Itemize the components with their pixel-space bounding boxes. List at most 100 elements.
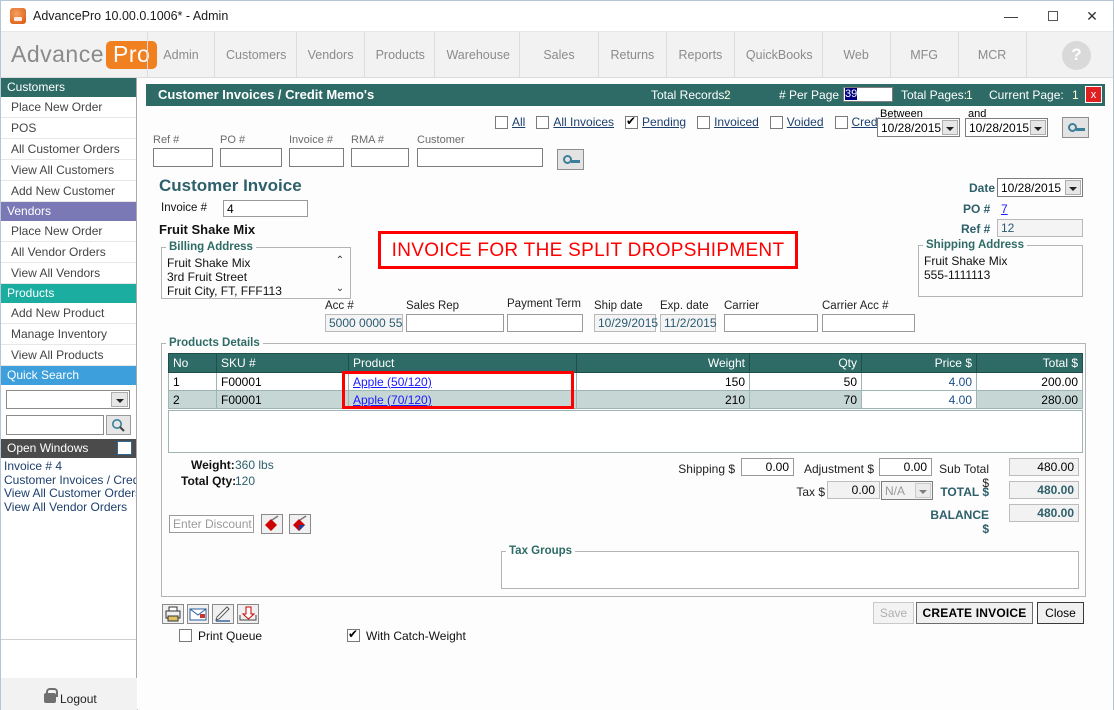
meta-input-ship-date[interactable]: 10/29/2015 (594, 314, 656, 332)
sidebar-item-manage-inventory[interactable]: Manage Inventory (1, 324, 136, 345)
panel-close-button[interactable]: x (1085, 86, 1102, 103)
search-input-po[interactable] (220, 148, 282, 167)
per-page-input[interactable]: 39 (843, 87, 893, 102)
close-window-button[interactable]: ✕ (1071, 1, 1113, 31)
checkbox-invoiced[interactable] (697, 116, 710, 129)
nav-returns[interactable]: Returns (599, 32, 667, 78)
meta-input-acc[interactable]: 5000 0000 555 (325, 314, 403, 332)
table-row[interactable]: 1 F00001 Apple (50/120) 150 50 4.00 200.… (169, 373, 1083, 391)
open-window-item-customer-invoices[interactable]: Customer Invoices / Credit I (4, 474, 136, 488)
product-link[interactable]: Apple (50/120) (353, 375, 432, 389)
nav-products[interactable]: Products (365, 32, 436, 78)
adjustment-input[interactable]: 0.00 (879, 458, 932, 476)
create-invoice-button[interactable]: CREATE INVOICE (916, 602, 1033, 624)
nav-mcr[interactable]: MCR (959, 32, 1027, 78)
sidebar-item-pos[interactable]: POS (1, 118, 136, 139)
sidebar-item-view-all-vendors[interactable]: View All Vendors (1, 263, 136, 284)
meta-input-payment-term[interactable] (507, 314, 583, 332)
search-input-customer[interactable] (417, 148, 543, 167)
checkbox-catch-weight[interactable] (347, 629, 360, 642)
date-from-picker[interactable]: 10/28/2015 (877, 118, 960, 137)
nav-warehouse[interactable]: Warehouse (435, 32, 520, 78)
cell-price[interactable]: 4.00 (862, 373, 977, 391)
sidebar-section-customers: Customers (1, 78, 136, 97)
nav-reports[interactable]: Reports (667, 32, 735, 78)
tax-group-select[interactable]: N/A (881, 481, 933, 500)
invoice-number-input[interactable]: 4 (223, 200, 308, 217)
checkbox-credit-memo[interactable] (835, 116, 848, 129)
checkbox-pending[interactable] (625, 116, 638, 129)
edit-button[interactable] (212, 604, 234, 624)
ref-input[interactable]: 12 (997, 219, 1083, 237)
product-link[interactable]: Apple (70/120) (353, 393, 432, 407)
invoice-date-picker[interactable]: 10/28/2015 (997, 178, 1083, 197)
search-input-rma[interactable] (351, 148, 409, 167)
tax-input[interactable]: 0.00 (827, 481, 880, 499)
help-icon[interactable]: ? (1062, 41, 1091, 70)
quick-search-button[interactable] (106, 415, 131, 435)
nav-web[interactable]: Web (823, 32, 891, 78)
checkbox-print-queue[interactable] (179, 629, 192, 642)
filter-label-invoiced[interactable]: Invoiced (714, 115, 759, 129)
search-input-invoice[interactable] (289, 148, 344, 167)
current-page-label: Current Page: (989, 88, 1064, 102)
search-input-ref[interactable] (153, 148, 213, 167)
cell-product[interactable]: Apple (50/120) (349, 373, 577, 391)
table-row[interactable]: 2 F00001 Apple (70/120) 210 70 4.00 280.… (169, 391, 1083, 409)
nav-mfg[interactable]: MFG (891, 32, 959, 78)
maximize-button[interactable] (1032, 1, 1074, 31)
shipping-address-line-2: 555-1111113 (924, 268, 1082, 282)
export-button[interactable] (237, 604, 259, 624)
remove-discount-button[interactable] (289, 514, 311, 534)
sidebar-item-view-all-products[interactable]: View All Products (1, 345, 136, 366)
nav-quickbooks[interactable]: QuickBooks (735, 32, 823, 78)
logout-button[interactable]: Logout (60, 692, 97, 706)
open-window-item-invoice[interactable]: Invoice # 4 (4, 460, 136, 474)
cell-no: 1 (169, 373, 217, 391)
sidebar-item-all-vendor-orders[interactable]: All Vendor Orders (1, 242, 136, 263)
apply-discount-button[interactable] (261, 514, 283, 534)
sidebar-item-view-all-customers[interactable]: View All Customers (1, 160, 136, 181)
filter-label-all[interactable]: All (512, 115, 525, 129)
scroll-down-icon[interactable]: ⌄ (332, 283, 348, 298)
discount-input[interactable]: Enter Discount (169, 515, 254, 533)
nav-sales-rep[interactable]: Sales Rep (520, 32, 599, 78)
sidebar-item-place-new-order-vendor[interactable]: Place New Order (1, 221, 136, 242)
cell-price[interactable]: 4.00 (862, 391, 977, 409)
meta-input-carrier-acc[interactable] (822, 314, 915, 332)
print-button[interactable] (162, 604, 184, 624)
minimize-button[interactable]: — (990, 1, 1032, 31)
sidebar-item-add-new-product[interactable]: Add New Product (1, 303, 136, 324)
products-details-legend: Products Details (166, 337, 263, 349)
sidebar-item-place-new-order-customer[interactable]: Place New Order (1, 97, 136, 118)
open-window-item-view-all-vendor-orders[interactable]: View All Vendor Orders (4, 501, 136, 515)
scroll-up-icon[interactable]: ⌃ (332, 255, 348, 270)
shipping-input[interactable]: 0.00 (741, 458, 794, 476)
filter-label-voided[interactable]: Voided (787, 115, 824, 129)
cell-product[interactable]: Apple (70/120) (349, 391, 577, 409)
date-to-picker[interactable]: 10/28/2015 (965, 118, 1048, 137)
col-price: Price $ (862, 354, 977, 373)
quick-search-select[interactable] (6, 390, 130, 409)
sidebar-item-all-customer-orders[interactable]: All Customer Orders (1, 139, 136, 160)
nav-admin[interactable]: Admin (147, 32, 215, 78)
meta-input-carrier[interactable] (724, 314, 818, 332)
search-submit-button[interactable] (557, 149, 584, 170)
filter-label-all-invoices[interactable]: All Invoices (553, 115, 614, 129)
tax-groups-group: Tax Groups (501, 545, 1079, 589)
sidebar-item-add-new-customer[interactable]: Add New Customer (1, 181, 136, 202)
meta-input-sales-rep[interactable] (406, 314, 504, 332)
filter-label-pending[interactable]: Pending (642, 115, 686, 129)
quick-search-input[interactable] (6, 415, 104, 435)
po-link[interactable]: 7 (1001, 202, 1008, 216)
close-button[interactable]: Close (1037, 602, 1084, 624)
checkbox-all-invoices[interactable] (536, 116, 549, 129)
nav-customers[interactable]: Customers (215, 32, 297, 78)
email-button[interactable] (187, 604, 209, 624)
nav-vendors[interactable]: Vendors (297, 32, 365, 78)
open-window-item-view-all-customer-orders[interactable]: View All Customer Orders (4, 487, 136, 501)
checkbox-voided[interactable] (770, 116, 783, 129)
search-filter-button[interactable] (1062, 117, 1089, 138)
meta-input-exp-date[interactable]: 11/2/2015 (660, 314, 716, 332)
checkbox-all[interactable] (495, 116, 508, 129)
